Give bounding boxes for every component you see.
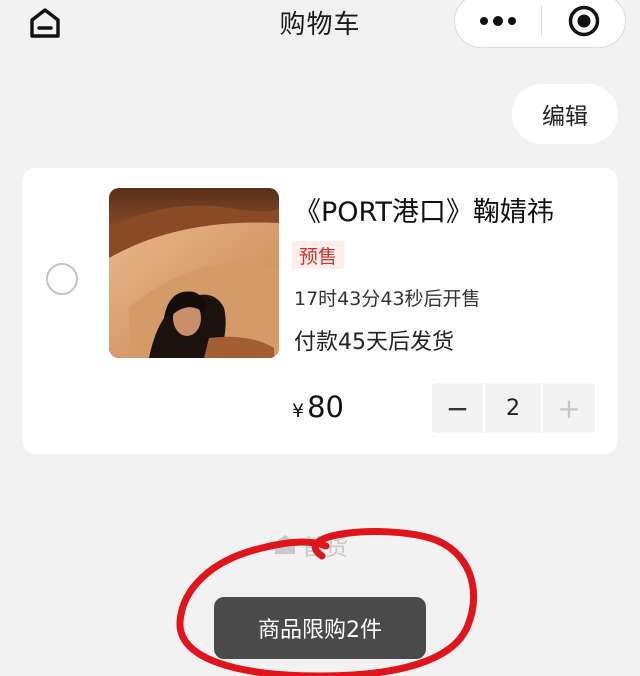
item-price: ¥ 80 <box>292 390 344 424</box>
bottom-nav-item[interactable]: 首货 <box>272 528 348 562</box>
close-miniprogram-button[interactable] <box>542 0 625 47</box>
purchase-limit-toast: 商品限购2件 <box>214 597 426 659</box>
presale-badge: 预售 <box>292 241 345 269</box>
bottom-nav-label: 首货 <box>302 535 348 561</box>
quantity-value[interactable]: 2 <box>485 383 541 433</box>
more-dots-icon <box>480 16 516 26</box>
product-thumbnail[interactable] <box>109 188 279 358</box>
miniprogram-capsule <box>454 0 626 48</box>
currency-symbol: ¥ <box>292 400 305 422</box>
shipping-note: 付款45天后发货 <box>294 330 454 355</box>
increase-quantity-button[interactable]: + <box>543 383 595 433</box>
store-icon <box>275 535 295 554</box>
target-circle-icon <box>568 5 599 37</box>
edit-button[interactable]: 编辑 <box>512 84 618 144</box>
more-button[interactable] <box>455 0 541 47</box>
sale-countdown: 17时43分43秒后开售 <box>294 288 481 310</box>
price-value: 80 <box>307 390 344 424</box>
decrease-quantity-button[interactable]: − <box>432 383 483 433</box>
quantity-stepper: − 2 + <box>432 383 595 433</box>
item-select-checkbox[interactable] <box>46 263 78 295</box>
album-cover-image <box>109 188 279 358</box>
product-name[interactable]: 《PORT港口》鞠婧祎 <box>294 190 554 229</box>
